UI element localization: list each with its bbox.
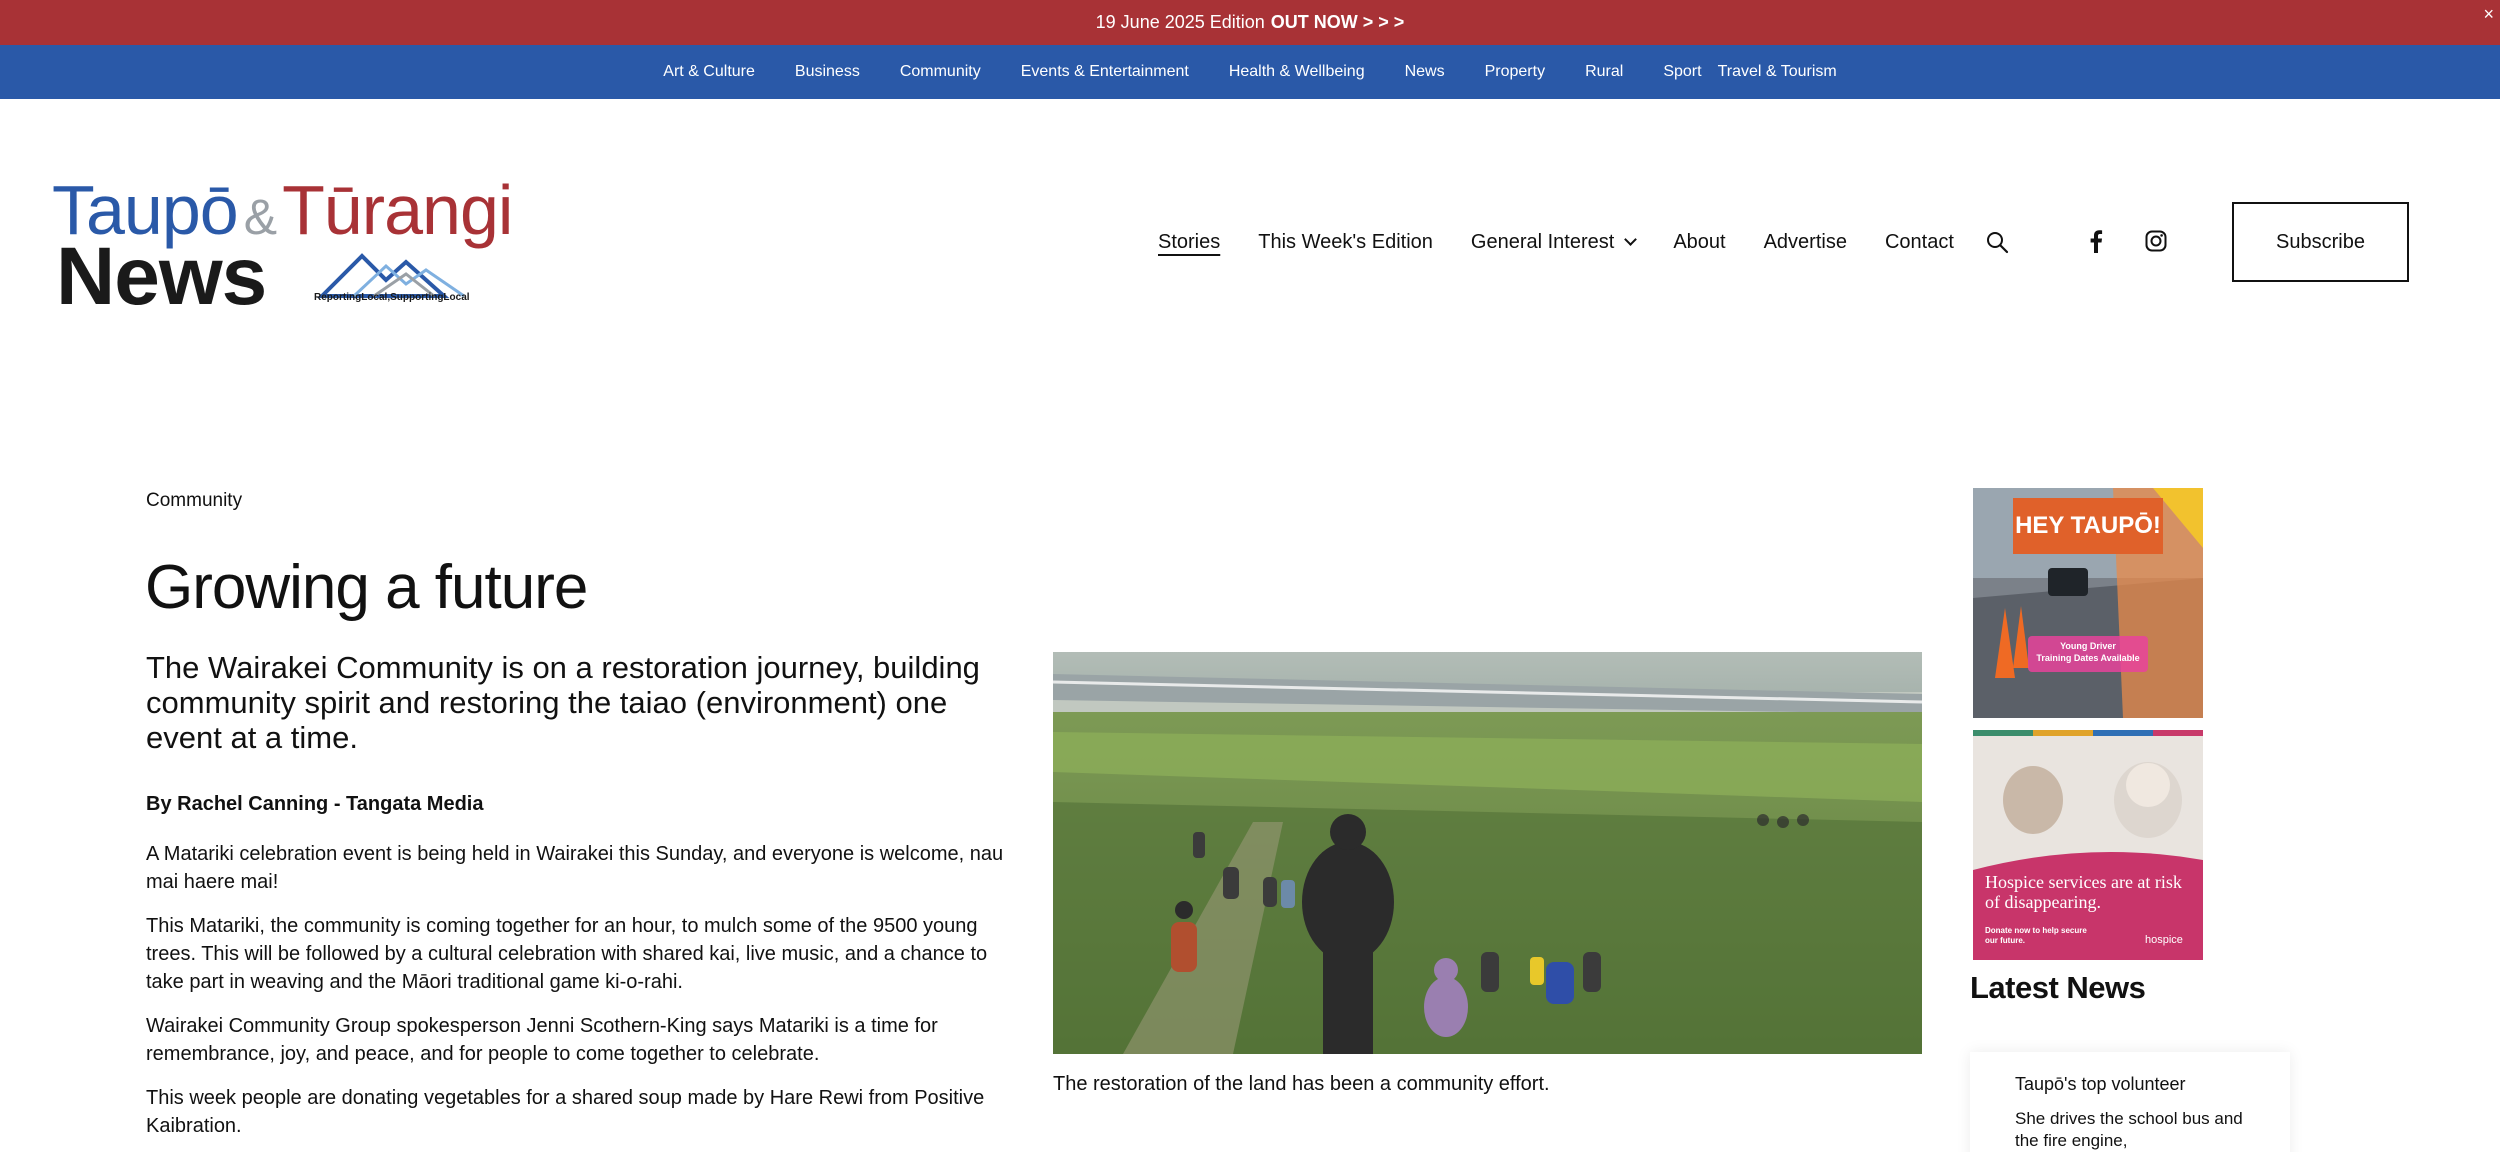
close-icon[interactable]: ×: [2483, 4, 2494, 25]
catnav-rural[interactable]: Rural: [1585, 63, 1623, 81]
site-logo[interactable]: Taupō &Tūrangi News ReportingLocal,Suppor…: [52, 172, 513, 322]
catnav-sport[interactable]: Sport: [1663, 63, 1701, 81]
latest-news-desc: She drives the school bus and the fire e…: [2015, 1109, 2243, 1150]
ad-hospice[interactable]: Hospice services are at risk of disappea…: [1973, 730, 2203, 960]
ad-hospice-headline: Hospice services are at risk of disappea…: [1985, 872, 2182, 912]
ad-hospice-brand: hospice: [2145, 934, 2183, 946]
catnav-property[interactable]: Property: [1485, 63, 1545, 81]
logo-turangi: Tūrangi: [282, 171, 513, 249]
logo-news: News: [56, 231, 267, 322]
article-paragraph: Wairakei Community Group spokesperson Je…: [146, 1015, 938, 1065]
latest-news-heading: Latest News: [1970, 970, 2146, 1005]
announcement-bar[interactable]: 19 June 2025 Edition OUT NOW > > > ×: [0, 0, 2500, 45]
ad-young-driver-headline: HEY TAUPŌ!: [2015, 512, 2161, 539]
article-photo: [1053, 652, 1922, 1054]
catnav-business[interactable]: Business: [795, 63, 860, 81]
article-lede: The Wairakei Community is on a restorati…: [146, 650, 980, 755]
nav-advertise[interactable]: Advertise: [1764, 231, 1847, 254]
article-body: A Matariki celebration event is being he…: [146, 840, 1026, 1152]
main-nav: Stories This Week's Edition General Inte…: [1158, 226, 1992, 258]
ad-hospice-sub: Donate now to help secure our future.: [1985, 926, 2087, 945]
nav-about[interactable]: About: [1673, 231, 1725, 254]
subscribe-button[interactable]: Subscribe: [2232, 202, 2409, 282]
latest-news-card[interactable]: Taupō's top volunteer She drives the sch…: [1970, 1052, 2290, 1152]
article-paragraph: This Matariki, the community is coming t…: [146, 915, 988, 993]
instagram-icon[interactable]: [2145, 230, 2167, 252]
ad-young-driver[interactable]: HEY TAUPŌ! Young Driver Training Dates A…: [1973, 488, 2203, 718]
edition-date: 19 June 2025 Edition: [1095, 12, 1265, 32]
nav-stories[interactable]: Stories: [1158, 231, 1220, 254]
article-paragraph: This week people are donating vegetables…: [146, 1087, 985, 1137]
catnav-health[interactable]: Health & Wellbeing: [1229, 63, 1365, 81]
nav-general-interest[interactable]: General Interest: [1470, 230, 1638, 254]
ad-young-driver-badge-2: Training Dates Available: [2036, 653, 2140, 663]
ad-young-driver-badge-1: Young Driver: [2060, 641, 2116, 651]
nav-general-interest-label: General Interest: [1470, 230, 1615, 253]
search-icon[interactable]: [1985, 230, 2009, 254]
article-paragraph: A Matariki celebration event is being he…: [146, 843, 1004, 893]
facebook-icon[interactable]: [2085, 229, 2107, 253]
photo-caption: The restoration of the land has been a c…: [1053, 1073, 1550, 1095]
article-category[interactable]: Community: [146, 490, 242, 512]
nav-contact[interactable]: Contact: [1885, 231, 1954, 254]
article-byline: By Rachel Canning - Tangata Media: [146, 793, 484, 815]
article-title: Growing a future: [145, 553, 588, 622]
catnav-community[interactable]: Community: [900, 63, 981, 81]
nav-this-weeks-edition[interactable]: This Week's Edition: [1258, 231, 1433, 254]
out-now-link[interactable]: OUT NOW > > >: [1271, 12, 1405, 33]
catnav-art-culture[interactable]: Art & Culture: [663, 63, 755, 81]
logo-tagline: ReportingLocal,SupportingLocal: [314, 292, 470, 303]
latest-news-title[interactable]: Taupō's top volunteer: [2015, 1074, 2186, 1095]
chevron-down-icon: [1624, 232, 1638, 246]
catnav-news[interactable]: News: [1405, 63, 1445, 81]
catnav-events[interactable]: Events & Entertainment: [1021, 63, 1189, 81]
category-nav: Art & Culture Business Community Events …: [0, 45, 2500, 99]
restoration-photo-image: [1053, 652, 1922, 1054]
catnav-travel[interactable]: Travel & Tourism: [1718, 63, 1837, 81]
